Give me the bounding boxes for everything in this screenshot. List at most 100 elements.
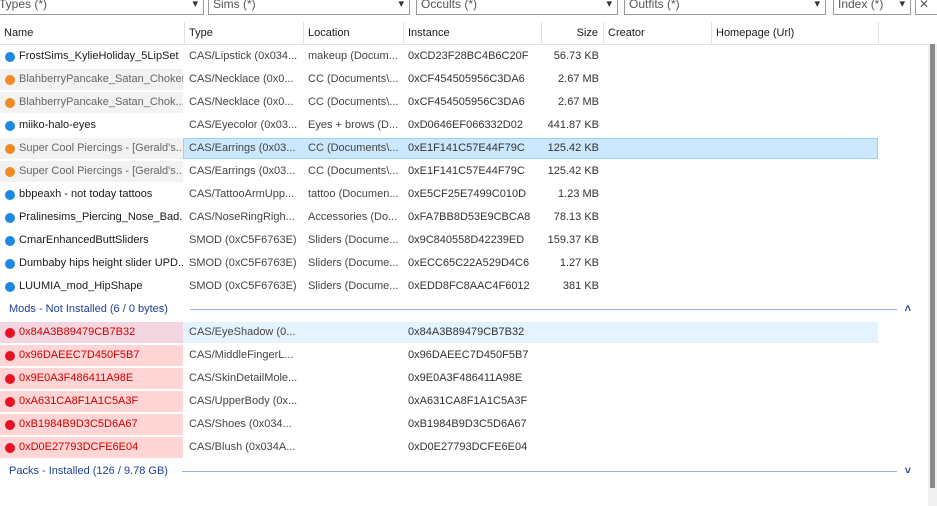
cell-size: 159.37 KB	[547, 234, 599, 246]
cell-type: CAS/EyeShadow (0...	[189, 326, 296, 338]
cell-instance: 0xFA7BB8D53E9CBCA8	[408, 211, 531, 223]
status-dot-icon	[5, 259, 15, 269]
types-filter-label: Types (*)	[0, 0, 48, 11]
group-divider	[190, 309, 897, 310]
occults-filter-label: Occults (*)	[421, 0, 478, 11]
chevron-down-icon: ▾	[398, 0, 404, 10]
table-row[interactable]: 0x96DAEEC7D450F5B7 CAS/MiddleFingerL... 0x…	[0, 344, 926, 367]
cell-instance: 0xE1F141C57E44F79C	[408, 142, 525, 154]
status-dot-icon	[5, 75, 15, 85]
column-header-size[interactable]: Size	[542, 22, 604, 44]
clear-filter-button[interactable]: ✕	[915, 0, 937, 15]
cell-size: 381 KB	[562, 280, 599, 292]
cell-instance: 0xCF454505956C3DA6	[408, 73, 525, 85]
column-header-row: Name Type Location Instance Size Creator…	[0, 22, 937, 45]
cell-name: 0x96DAEEC7D450F5B7	[19, 349, 140, 361]
status-dot-icon	[5, 98, 15, 108]
cell-size: 1.27 KB	[559, 257, 599, 269]
cell-size: 2.67 MB	[558, 73, 599, 85]
outfits-filter-label: Outfits (*)	[629, 0, 680, 11]
group-header-group-packs[interactable]: Packs - Installed (126 / 9.78 GB) ˅	[0, 460, 926, 483]
table-row[interactable]: 0xB1984B9D3C5D6A67 CAS/Shoes (0x034... 0xB…	[0, 413, 926, 436]
cell-size: 2.67 MB	[558, 96, 599, 108]
status-dot-icon	[5, 52, 15, 62]
cell-name: Super Cool Piercings - [Gerald's...	[19, 165, 183, 177]
table-row[interactable]: Dumbaby hips height slider UPD... SMOD (0…	[0, 252, 926, 275]
column-header-type[interactable]: Type	[185, 22, 304, 44]
table-row[interactable]: CmarEnhancedButtSliders SMOD (0xC5F6763E)…	[0, 229, 926, 252]
group-label: Mods - Not Installed (6 / 0 bytes)	[9, 303, 168, 315]
table-row[interactable]: FrostSims_KylieHoliday_5LipSet CAS/Lipsti…	[0, 45, 926, 68]
group-collapse-chevron-icon[interactable]: ˄	[905, 298, 911, 321]
cell-size: 441.87 KB	[547, 119, 599, 131]
cell-type: CAS/Eyecolor (0x03...	[189, 119, 298, 131]
table-row[interactable]: 0x84A3B89479CB7B32 CAS/EyeShadow (0... 0x8…	[0, 321, 926, 344]
column-header-location[interactable]: Location	[304, 22, 404, 44]
cell-instance: 0xCF454505956C3DA6	[408, 96, 525, 108]
cell-type: CAS/Necklace (0x0...	[189, 73, 294, 85]
cell-name: 0xB1984B9D3C5D6A67	[19, 418, 138, 430]
cell-name: CmarEnhancedButtSliders	[19, 234, 149, 246]
status-dot-icon	[5, 236, 15, 246]
cell-type: CAS/Necklace (0x0...	[189, 96, 294, 108]
vertical-scrollbar[interactable]	[928, 44, 937, 506]
group-header-group-not-installed[interactable]: Mods - Not Installed (6 / 0 bytes) ˄	[0, 298, 926, 321]
table-row[interactable]: bbpeaxh - not today tattoos CAS/TattooArm…	[0, 183, 926, 206]
cell-location: Sliders (Docume...	[308, 280, 399, 292]
cell-instance: 0xE5CF25E7499C010D	[408, 188, 527, 200]
status-dot-icon	[5, 282, 15, 292]
column-header-homepage[interactable]: Homepage (Url)	[712, 22, 879, 44]
table-row[interactable]: BlahberryPancake_Satan_Choker CAS/Necklac…	[0, 68, 926, 91]
table-row[interactable]: Super Cool Piercings - [Gerald's... CAS/E…	[0, 137, 926, 160]
table-row[interactable]: Pralinesims_Piercing_Nose_Bad... CAS/Nose…	[0, 206, 926, 229]
cell-instance: 0x96DAEEC7D450F5B7	[408, 349, 529, 361]
status-dot-icon	[5, 190, 15, 200]
cell-instance: 0xA631CA8F1A1C5A3F	[408, 395, 528, 407]
cell-location: CC (Documents\...	[308, 96, 399, 108]
table-row[interactable]: miiko-halo-eyes CAS/Eyecolor (0x03... Eyes…	[0, 114, 926, 137]
sims-filter-label: Sims (*)	[213, 0, 256, 11]
cell-type: SMOD (0xC5F6763E)	[189, 280, 297, 292]
table-row[interactable]: 0xD0E27793DCFE6E04 CAS/Blush (0x034A... 0x…	[0, 436, 926, 459]
cell-type: SMOD (0xC5F6763E)	[189, 234, 297, 246]
occults-filter-dropdown[interactable]: Occults (*) ▾	[416, 0, 618, 15]
cell-type: CAS/Shoes (0x034...	[189, 418, 292, 430]
table-row[interactable]: Super Cool Piercings - [Gerald's... CAS/E…	[0, 160, 926, 183]
cell-instance: 0x9E0A3F486411A98E	[408, 372, 523, 384]
table-row[interactable]: 0xA631CA8F1A1C5A3F CAS/UpperBody (0x... 0x…	[0, 390, 926, 413]
status-dot-icon	[5, 213, 15, 223]
column-header-name[interactable]: Name	[0, 22, 185, 44]
column-header-creator[interactable]: Creator	[604, 22, 712, 44]
cell-type: CAS/MiddleFingerL...	[189, 349, 294, 361]
table-row[interactable]: BlahberryPancake_Satan_Chok... CAS/Neckla…	[0, 91, 926, 114]
error-dot-icon	[5, 328, 15, 338]
types-filter-dropdown[interactable]: Types (*) ▾	[0, 0, 204, 15]
cell-name: BlahberryPancake_Satan_Chok...	[19, 96, 183, 108]
cell-location: Accessories (Do...	[308, 211, 398, 223]
cell-name: BlahberryPancake_Satan_Choker	[19, 73, 183, 85]
cell-name: LUUMIA_mod_HipShape	[19, 280, 143, 292]
error-dot-icon	[5, 443, 15, 453]
cell-instance: 0xCD23F28BC4B6C20F	[408, 50, 529, 62]
scrollbar-thumb[interactable]	[930, 44, 935, 488]
cell-size: 78.13 KB	[553, 211, 599, 223]
cell-location: tattoo (Documen...	[308, 188, 399, 200]
cell-instance: 0xECC65C22A529D4C6	[408, 257, 530, 269]
index-filter-dropdown[interactable]: Index (*) ▾	[833, 0, 911, 15]
cell-location: makeup (Docum...	[308, 50, 398, 62]
cell-type: CAS/SkinDetailMole...	[189, 372, 298, 384]
cell-location: CC (Documents\...	[308, 165, 399, 177]
group-collapse-chevron-icon[interactable]: ˅	[905, 460, 911, 483]
table-row[interactable]: 0x9E0A3F486411A98E CAS/SkinDetailMole... 0…	[0, 367, 926, 390]
cell-location: CC (Documents\...	[308, 142, 399, 154]
outfits-filter-dropdown[interactable]: Outfits (*) ▾	[624, 0, 826, 15]
cell-type: SMOD (0xC5F6763E)	[189, 257, 297, 269]
column-header-instance[interactable]: Instance	[404, 22, 542, 44]
table-row[interactable]: LUUMIA_mod_HipShape SMOD (0xC5F6763E) Slid…	[0, 275, 926, 298]
cell-name: miiko-halo-eyes	[19, 119, 97, 131]
filter-bar: Types (*) ▾ Sims (*) ▾ Occults (*) ▾ Out…	[0, 0, 937, 18]
cell-name: FrostSims_KylieHoliday_5LipSet	[19, 50, 179, 62]
sims-filter-dropdown[interactable]: Sims (*) ▾	[208, 0, 410, 15]
group-divider	[182, 471, 897, 472]
cell-type: CAS/Blush (0x034A...	[189, 441, 296, 453]
